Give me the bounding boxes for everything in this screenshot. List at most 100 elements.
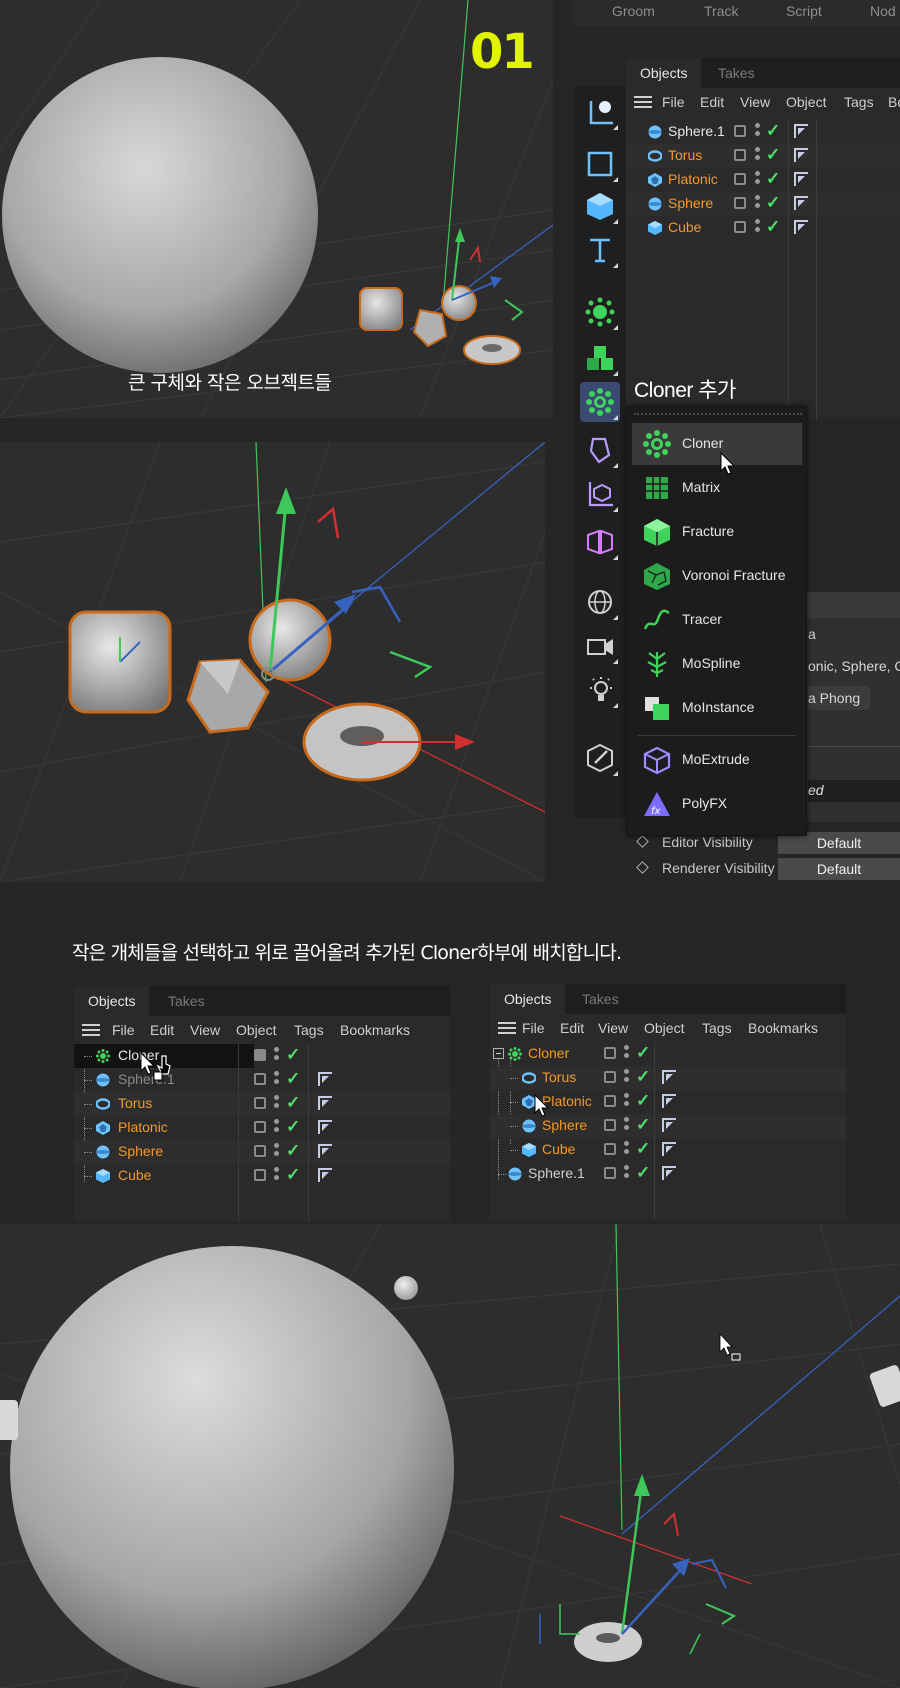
om-menu-tags[interactable]: Tags [844,94,874,110]
tab-takes[interactable]: Takes [154,986,219,1016]
text-tool[interactable] [580,230,620,270]
enabled-check-icon[interactable]: ✓ [636,1067,650,1087]
tab-takes[interactable]: Takes [568,984,633,1014]
enabled-check-icon[interactable]: ✓ [286,1165,300,1185]
om-menu-file[interactable]: File [112,1022,135,1038]
menu-node[interactable]: Nod [870,3,896,19]
edit-icon[interactable] [254,1145,266,1157]
om-row-sphere[interactable]: Sphere ✓ [74,1140,450,1164]
phong-tag-icon[interactable] [794,220,808,234]
enabled-check-icon[interactable]: ✓ [286,1141,300,1161]
edit-icon[interactable] [734,197,746,209]
environment-tool[interactable] [580,582,620,622]
keyframe-diamond-icon[interactable] [636,861,649,874]
enabled-check-icon[interactable]: ✓ [636,1043,650,1063]
om-menu-object[interactable]: Object [786,94,826,110]
om-menu-bookmarks[interactable]: Bookmarks [340,1022,410,1038]
om-menu-object[interactable]: Object [644,1020,684,1036]
phong-tag-icon[interactable] [318,1096,332,1110]
om-row-torus[interactable]: Torus ✓ [626,144,900,168]
edit-icon[interactable] [734,173,746,185]
edit-icon[interactable] [254,1169,266,1181]
menu-item-voronoi-fracture[interactable]: Voronoi Fracture [632,555,802,597]
tab-objects[interactable]: Objects [490,984,566,1014]
enabled-check-icon[interactable]: ✓ [636,1091,650,1111]
edit-icon[interactable] [734,221,746,233]
visibility-dots-icon[interactable] [755,171,760,189]
visibility-dots-icon[interactable] [274,1119,279,1137]
visibility-dots-icon[interactable] [274,1047,279,1060]
menu-grip[interactable] [634,413,802,417]
edit-icon[interactable] [734,149,746,161]
menu-item-mospline[interactable]: MoSpline [632,643,802,685]
phong-tag-icon[interactable] [662,1094,676,1108]
phong-tag-icon[interactable] [662,1166,676,1180]
visibility-dots-icon[interactable] [755,195,760,213]
om-menu-view[interactable]: View [740,94,770,110]
om-row-sphere1[interactable]: Sphere.1 ✓ [74,1068,450,1092]
tab-objects[interactable]: Objects [74,986,150,1016]
visibility-dots-icon[interactable] [755,123,760,141]
visibility-dots-icon[interactable] [624,1141,629,1159]
om-menu-file[interactable]: File [522,1020,545,1036]
visibility-dots-icon[interactable] [755,147,760,165]
material-tool[interactable] [580,738,620,778]
hamburger-menu-icon[interactable] [498,1022,516,1034]
edit-icon[interactable] [254,1097,266,1109]
menu-script[interactable]: Script [786,3,822,19]
om-row-cube[interactable]: Cube ✓ [626,216,900,240]
om-menu-tags[interactable]: Tags [294,1022,324,1038]
om-menu-file[interactable]: File [662,94,685,110]
enabled-check-icon[interactable]: ✓ [766,169,780,189]
phong-tag-icon[interactable] [318,1168,332,1182]
hamburger-menu-icon[interactable] [82,1024,100,1036]
generator-tool[interactable] [580,292,620,332]
menu-track[interactable]: Track [704,3,738,19]
om-menu-edit[interactable]: Edit [560,1020,584,1036]
enabled-check-icon[interactable]: ✓ [766,121,780,141]
viewport-zoomed[interactable] [0,442,545,882]
menu-item-matrix[interactable]: Matrix [632,467,802,509]
menu-item-fracture[interactable]: Fracture [632,511,802,553]
om-row-sphere1[interactable]: Sphere.1 ✓ [626,120,900,144]
viewport-bottom[interactable] [0,1224,900,1688]
edit-icon[interactable] [604,1119,616,1131]
edit-icon[interactable] [604,1143,616,1155]
volume-tool[interactable] [580,522,620,562]
menu-item-tracer[interactable]: Tracer [632,599,802,641]
hamburger-menu-icon[interactable] [634,96,652,108]
visibility-dots-icon[interactable] [274,1167,279,1185]
visibility-dots-icon[interactable] [624,1165,629,1183]
light-tool[interactable] [580,670,620,710]
phong-tag-icon[interactable] [662,1118,676,1132]
visibility-dots-icon[interactable] [624,1117,629,1135]
om-row-cube[interactable]: Cube ✓ [74,1164,450,1188]
deformer-tool[interactable] [580,430,620,470]
enabled-check-icon[interactable]: ✓ [636,1163,650,1183]
visibility-dots-icon[interactable] [624,1069,629,1087]
tab-takes[interactable]: Takes [704,58,769,88]
om-row-sphere1[interactable]: Sphere.1 ✓ [490,1162,846,1186]
om-menu-tags[interactable]: Tags [702,1020,732,1036]
edit-icon[interactable] [254,1121,266,1133]
menu-item-cloner[interactable]: Cloner [632,423,802,465]
visibility-dots-icon[interactable] [274,1071,279,1089]
renderer-visibility-dropdown[interactable]: Default [778,858,900,880]
edit-icon[interactable] [254,1049,266,1061]
om-row-sphere[interactable]: Sphere ✓ [626,192,900,216]
field-tool[interactable] [580,474,620,514]
mograph-cubes-tool[interactable] [580,338,620,378]
om-menu-object[interactable]: Object [236,1022,276,1038]
collapse-toggle-icon[interactable] [493,1048,504,1059]
edit-icon[interactable] [254,1073,266,1085]
phong-tag-icon[interactable] [794,172,808,186]
om-row-cube[interactable]: Cube ✓ [490,1138,846,1162]
null-object-tool[interactable] [580,92,620,132]
enabled-check-icon[interactable]: ✓ [286,1045,300,1065]
edit-icon[interactable] [604,1167,616,1179]
enabled-check-icon[interactable]: ✓ [636,1139,650,1159]
keyframe-diamond-icon[interactable] [636,835,649,848]
om-menu-edit[interactable]: Edit [150,1022,174,1038]
om-menu-view[interactable]: View [598,1020,628,1036]
om-menu-bookmarks[interactable]: Bo [888,94,900,110]
